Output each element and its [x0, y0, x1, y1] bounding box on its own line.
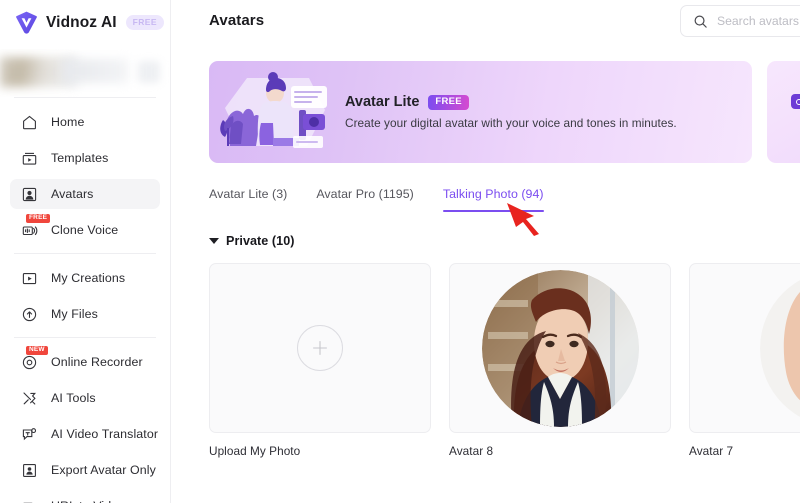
camera-lens-icon [795, 98, 800, 105]
sidebar-item-templates[interactable]: Templates [10, 143, 160, 173]
sidebar-item-home[interactable]: Home [10, 107, 160, 137]
banner-subtitle: Create your digital avatar with your voi… [345, 116, 677, 130]
tools-icon [21, 390, 38, 407]
sidebar: Vidnoz AI FREE Home Templates Avatars FR… [0, 0, 171, 503]
sidebar-item-url-to-video[interactable]: URL URL to Video [10, 491, 160, 503]
translate-video-icon [21, 426, 38, 443]
avatar-person-icon [21, 186, 38, 203]
vidnoz-logo-icon [14, 10, 39, 35]
sidebar-badge-new: NEW [26, 345, 48, 355]
sidebar-item-label: AI Video Translator [51, 427, 159, 441]
avatar-8-thumbnail[interactable] [449, 263, 671, 433]
username-blur [62, 59, 128, 83]
brand-header[interactable]: Vidnoz AI FREE [0, 0, 170, 45]
search-avatars-box[interactable] [680, 5, 800, 37]
sidebar-item-label: Templates [51, 151, 109, 165]
sidebar-group-primary: Home Templates Avatars FREE Clone Voice [0, 98, 170, 253]
avatar-card-grid: Upload My Photo Avatar 8 Avatar 7 [209, 263, 800, 458]
video-play-icon [21, 270, 38, 287]
private-section-title: Private (10) [226, 234, 295, 248]
avatar-type-tabs: Avatar Lite (3) Avatar Pro (1195) Talkin… [209, 187, 800, 236]
card-label: Avatar 8 [449, 444, 494, 458]
search-icon [693, 14, 708, 29]
tab-avatar-lite[interactable]: Avatar Lite (3) [209, 187, 287, 212]
sidebar-item-label: Online Recorder [51, 355, 143, 369]
caret-down-icon [209, 238, 219, 244]
sidebar-item-label: Export Avatar Only [51, 463, 156, 477]
banner-text: Avatar Lite FREE Create your digital ava… [345, 94, 677, 130]
sidebar-item-label: URL to Video [51, 499, 125, 503]
avatar-lite-banner[interactable]: Avatar Lite FREE Create your digital ava… [209, 61, 752, 163]
main-content: Avatars Search avatars Avatar Lite FREE … [171, 0, 800, 503]
sidebar-item-label: Home [51, 115, 85, 129]
url-video-icon: URL [21, 498, 38, 503]
sidebar-item-ai-tools[interactable]: AI Tools [10, 383, 160, 413]
sidebar-item-label: Clone Voice [51, 223, 119, 237]
brand-free-badge: FREE [125, 15, 164, 30]
card-upload-my-photo[interactable]: Upload My Photo [209, 263, 431, 458]
sidebar-group-tools: NEW Online Recorder AI Tools AI Video Tr… [0, 338, 170, 503]
banner-row: Avatar Lite FREE Create your digital ava… [209, 61, 800, 163]
card-avatar-7[interactable]: Avatar 7 [689, 263, 800, 458]
tab-avatar-pro[interactable]: Avatar Pro (1195) [316, 187, 414, 212]
avatar-7-image [760, 269, 800, 427]
sidebar-item-online-recorder[interactable]: NEW Online Recorder [10, 345, 160, 377]
plus-circle-icon [297, 325, 343, 371]
avatar-7-thumbnail[interactable] [689, 263, 800, 433]
card-avatar-8[interactable]: Avatar 8 [449, 263, 671, 458]
upload-cloud-icon [21, 306, 38, 323]
page-title: Avatars [209, 12, 265, 29]
topbar: Avatars [171, 0, 800, 41]
content-area: Avatar Lite FREE Create your digital ava… [171, 41, 800, 458]
avatar-recording-illustration [217, 68, 333, 156]
search-input[interactable] [717, 14, 800, 28]
export-avatar-icon [21, 462, 38, 479]
voice-wave-icon: FREE [21, 213, 51, 239]
user-profile-blurred[interactable] [0, 49, 170, 97]
sidebar-group-library: My Creations My Files [0, 254, 170, 337]
sidebar-item-clone-voice[interactable]: FREE Clone Voice [10, 213, 160, 245]
profile-action-blur [138, 61, 160, 83]
red-arrow-annotation [504, 194, 562, 241]
sidebar-badge-free: FREE [26, 213, 51, 223]
sidebar-item-label: My Creations [51, 271, 126, 285]
upload-photo-dropzone[interactable] [209, 263, 431, 433]
avatar-8-image [481, 269, 639, 427]
sidebar-item-my-files[interactable]: My Files [10, 299, 160, 329]
templates-icon [21, 150, 38, 167]
sidebar-item-label: Avatars [51, 187, 94, 201]
record-circle-icon: NEW [21, 345, 48, 371]
app-root: Vidnoz AI FREE Home Templates Avatars FR… [0, 0, 800, 503]
brand-name: Vidnoz AI [46, 13, 117, 31]
sidebar-item-export-avatar-only[interactable]: Export Avatar Only [10, 455, 160, 485]
camera-record-icon [791, 94, 800, 109]
sidebar-item-label: My Files [51, 307, 98, 321]
sidebar-item-my-creations[interactable]: My Creations [10, 263, 160, 293]
sidebar-item-ai-video-translator[interactable]: AI Video Translator [10, 419, 160, 449]
banner-free-badge: FREE [428, 94, 469, 110]
secondary-banner[interactable] [767, 61, 800, 163]
card-label: Avatar 7 [689, 444, 734, 458]
banner-title-row: Avatar Lite FREE [345, 94, 677, 110]
banner-title: Avatar Lite [345, 94, 420, 110]
sidebar-item-avatars[interactable]: Avatars [10, 179, 160, 209]
card-label: Upload My Photo [209, 444, 301, 458]
sidebar-item-label: AI Tools [51, 391, 96, 405]
home-icon [21, 114, 38, 131]
